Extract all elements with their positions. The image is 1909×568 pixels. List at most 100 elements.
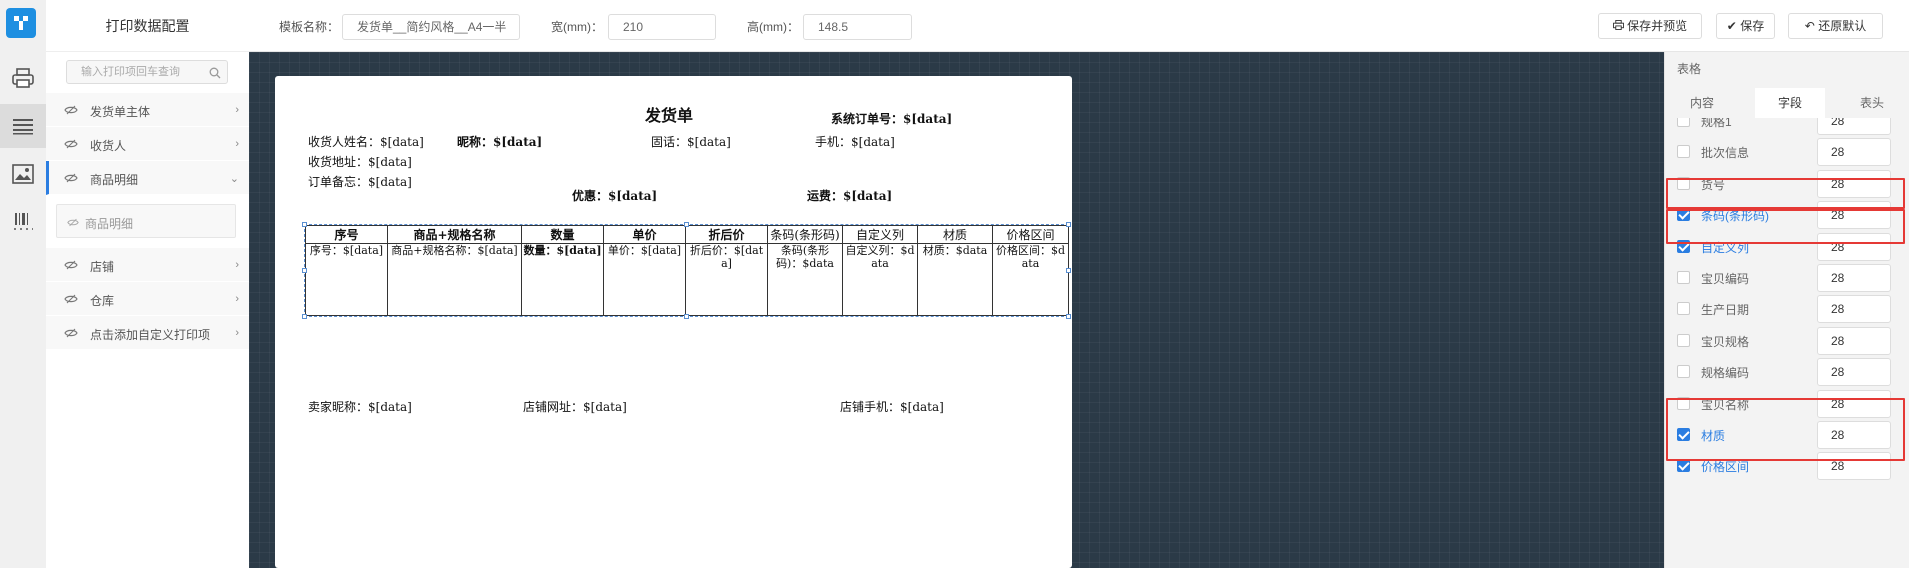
undo-icon: ↶ xyxy=(1804,19,1815,33)
resize-handle[interactable] xyxy=(302,314,307,319)
search-icon[interactable] xyxy=(209,65,221,87)
tab-content[interactable]: 内容 xyxy=(1667,88,1737,118)
save-button[interactable]: ✔ 保存 xyxy=(1716,13,1775,39)
print-paper[interactable]: 发货单 系统订单号：$[data] 收货人姓名：$[data] 昵称：$[dat… xyxy=(275,76,1072,568)
eye-icon xyxy=(64,293,78,307)
panel-header: 表格 xyxy=(1677,62,1702,76)
resize-handle[interactable] xyxy=(1066,268,1071,273)
table-header-cell[interactable]: 条码(条形码) xyxy=(767,225,843,244)
restore-label: 还原默认 xyxy=(1818,19,1867,33)
save-preview-button[interactable]: 保存并预览 xyxy=(1598,13,1702,39)
eye-icon xyxy=(64,104,78,118)
width-input[interactable]: 210 xyxy=(608,14,716,40)
menu-item-receiver[interactable]: 收货人 › xyxy=(46,127,249,161)
order-number-field[interactable]: 系统订单号：$[data] xyxy=(831,110,952,127)
chevron-down-icon: ⌄ xyxy=(229,173,239,185)
field-width-input[interactable]: 28 xyxy=(1817,326,1891,355)
table-header-cell[interactable]: 单价 xyxy=(603,225,686,244)
nickname-field[interactable]: 昵称：$[data] xyxy=(457,133,542,150)
table-header-cell[interactable]: 自定义列 xyxy=(842,225,918,244)
barcode-icon[interactable] xyxy=(0,200,46,244)
discount-field[interactable]: 优惠：$[data] xyxy=(572,187,657,204)
menu-item-shop[interactable]: 店铺 › xyxy=(46,248,249,282)
field-name: 宝贝规格 xyxy=(1701,334,1750,349)
table-cell[interactable]: 条码(条形码)：$data xyxy=(767,243,843,316)
table-cell[interactable]: 价格区间：$data xyxy=(992,243,1069,316)
chevron-right-icon: › xyxy=(235,259,239,271)
field-checkbox[interactable] xyxy=(1677,145,1690,159)
field-checkbox[interactable] xyxy=(1677,365,1690,379)
seller-nick-field[interactable]: 卖家昵称：$[data] xyxy=(308,398,412,415)
table-header-cell[interactable]: 序号 xyxy=(305,225,388,244)
table-cell[interactable]: 序号：$[data] xyxy=(305,243,388,316)
address-field[interactable]: 收货地址：$[data] xyxy=(308,153,412,170)
field-name: 宝贝编码 xyxy=(1701,272,1750,286)
remark-field[interactable]: 订单备忘：$[data] xyxy=(308,173,412,190)
table-cell[interactable]: 折后价：$[data] xyxy=(685,243,768,316)
template-name-input[interactable]: 发货单__简约风格__A4一半 xyxy=(342,14,520,40)
table-header-row: 序号 商品+规格名称 数量 单价 折后价 条码(条形码) 自定义列 材质 价格区… xyxy=(305,225,1069,244)
table-header-cell[interactable]: 商品+规格名称 xyxy=(387,225,522,244)
shipping-field[interactable]: 运费：$[data] xyxy=(807,187,892,204)
highlight-box xyxy=(1666,209,1905,244)
field-name: 批次信息 xyxy=(1701,146,1750,161)
field-width-input[interactable]: 28 xyxy=(1817,138,1891,167)
resize-handle[interactable] xyxy=(684,222,689,227)
field-checkbox[interactable] xyxy=(1677,118,1690,127)
printer-icon[interactable] xyxy=(0,56,46,100)
paper-title[interactable]: 发货单 xyxy=(645,102,693,126)
menu-item-warehouse[interactable]: 仓库 › xyxy=(46,282,249,316)
resize-handle[interactable] xyxy=(684,314,689,319)
menu-item-label: 商品明细 xyxy=(90,173,139,187)
panel-title: 打印数据配置 xyxy=(46,0,249,52)
shop-url-field[interactable]: 店铺网址：$[data] xyxy=(523,398,627,415)
restore-default-button[interactable]: ↶ 还原默认 xyxy=(1788,13,1883,39)
menu-item-label: 仓库 xyxy=(90,294,115,308)
resize-handle[interactable] xyxy=(1066,222,1071,227)
tab-fields[interactable]: 字段 xyxy=(1755,88,1825,118)
resize-handle[interactable] xyxy=(1066,314,1071,319)
menu-item-add-custom[interactable]: 点击添加自定义打印项 › xyxy=(46,316,249,350)
image-icon[interactable] xyxy=(0,152,46,196)
table-cell[interactable]: 数量：$[data] xyxy=(521,243,604,316)
field-width-input[interactable]: 28 xyxy=(1817,295,1891,324)
field-checkbox[interactable] xyxy=(1677,271,1690,284)
product-table[interactable]: 序号 商品+规格名称 数量 单价 折后价 条码(条形码) 自定义列 材质 价格区… xyxy=(302,222,1071,319)
resize-handle[interactable] xyxy=(302,222,307,227)
list-icon[interactable] xyxy=(0,104,46,148)
tab-header[interactable]: 表头 xyxy=(1837,88,1907,118)
menu-item-product-detail[interactable]: 商品明细 ⌄ xyxy=(46,161,249,195)
field-checkbox[interactable] xyxy=(1677,333,1690,347)
printer-icon xyxy=(1612,19,1624,33)
highlight-box xyxy=(1666,178,1905,209)
top-toolbar: 模板名称： 发货单__简约风格__A4一半 宽(mm)： 210 高(mm)： … xyxy=(249,0,1909,52)
height-input[interactable]: 148.5 xyxy=(803,14,912,40)
menu-item-shipment-main[interactable]: 发货单主体 › xyxy=(46,93,249,127)
mobile-field[interactable]: 手机：$[data] xyxy=(815,133,895,150)
table-header-cell[interactable]: 价格区间 xyxy=(992,225,1069,244)
template-name-label: 模板名称： xyxy=(279,20,340,34)
app-logo-icon xyxy=(6,8,36,38)
table-header-cell[interactable]: 折后价 xyxy=(685,225,768,244)
phone-field[interactable]: 固话：$[data] xyxy=(651,133,731,150)
table-cell[interactable]: 商品+规格名称：$[data] xyxy=(387,243,522,316)
menu-item-label: 店铺 xyxy=(90,260,115,274)
field-width-input[interactable]: 28 xyxy=(1817,264,1891,292)
save-preview-label: 保存并预览 xyxy=(1627,19,1688,33)
receiver-name-field[interactable]: 收货人姓名：$[data] xyxy=(308,133,424,150)
icon-sidebar xyxy=(0,0,46,568)
table-header-cell[interactable]: 材质 xyxy=(917,225,993,244)
field-checkbox[interactable] xyxy=(1677,302,1690,316)
submenu-item-product-detail[interactable]: 商品明细 xyxy=(56,204,236,238)
search-input[interactable]: 输入打印项回车查询 xyxy=(66,60,228,84)
field-checkbox[interactable] xyxy=(1677,459,1690,473)
resize-handle[interactable] xyxy=(302,268,307,273)
table-cell[interactable]: 自定义列：$data xyxy=(842,243,918,316)
field-width-input[interactable]: 28 xyxy=(1817,358,1891,387)
chevron-right-icon: › xyxy=(235,293,239,305)
table-header-cell[interactable]: 数量 xyxy=(521,225,604,244)
menu-item-label: 点击添加自定义打印项 xyxy=(90,328,211,342)
table-cell[interactable]: 单价：$[data] xyxy=(603,243,686,316)
table-cell[interactable]: 材质：$data xyxy=(917,243,993,316)
shop-mobile-field[interactable]: 店铺手机：$[data] xyxy=(840,398,944,415)
